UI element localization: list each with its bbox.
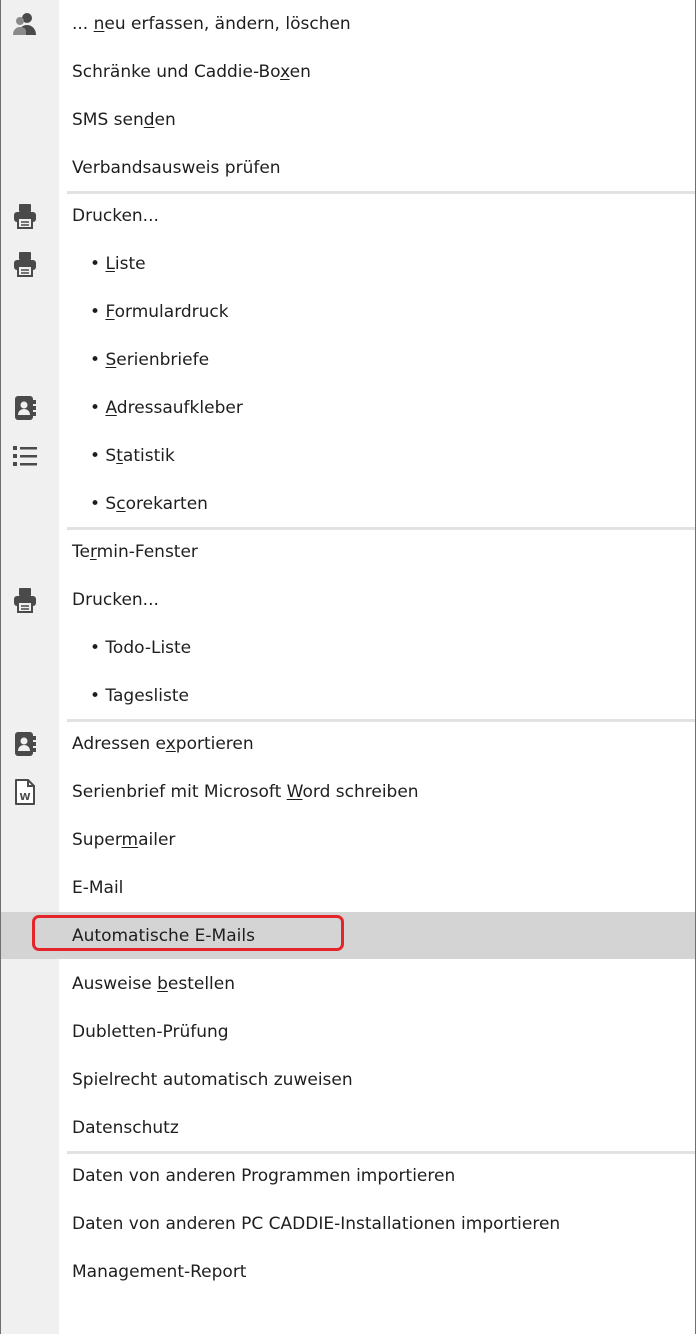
- menu-item-tagesliste[interactable]: • Tagesliste: [1, 672, 695, 719]
- menu-item-label: Dubletten-Prüfung: [72, 1021, 229, 1042]
- menu-item-label: Verbandsausweis prüfen: [72, 157, 281, 178]
- menu-item-statistik[interactable]: • Statistik: [1, 432, 695, 479]
- menu-item-management-report[interactable]: Management-Report: [1, 1248, 695, 1295]
- menu-item-daten-von-anderen-pc-caddie-installationen-importieren[interactable]: Daten von anderen PC CADDIE-Installation…: [1, 1200, 695, 1247]
- menu-item-label: Daten von anderen PC CADDIE-Installation…: [72, 1213, 561, 1234]
- menu-item-label: Drucken...: [72, 589, 159, 610]
- menu-item-serienbrief-mit-microsoft-word-schreiben[interactable]: W Serienbrief mit Microsoft Word schreibe…: [1, 768, 695, 815]
- menu-item-label: • Liste: [90, 253, 146, 274]
- menu-item-todo-liste[interactable]: • Todo-Liste: [1, 624, 695, 671]
- menu-item-label: ... neu erfassen, ändern, löschen: [72, 13, 351, 34]
- menu-item-label: Serienbrief mit Microsoft Word schreiben: [72, 781, 419, 802]
- menu-item-schränke-und-caddie-boxen[interactable]: Schränke und Caddie-Boxen: [1, 48, 695, 95]
- address-book-icon: [12, 731, 38, 757]
- printer-icon: [12, 203, 38, 229]
- menu-item-label: Drucken...: [72, 205, 159, 226]
- menu-item-label: Management-Report: [72, 1261, 247, 1282]
- printer-icon: [12, 587, 38, 613]
- menu-item-formulardruck[interactable]: • Formulardruck: [1, 288, 695, 335]
- menu-item-dubletten-prüfung[interactable]: Dubletten-Prüfung: [1, 1008, 695, 1055]
- menu-item-neu-erfassen-ändern-löschen[interactable]: ... neu erfassen, ändern, löschen: [1, 0, 695, 47]
- menu-item-label: • Tagesliste: [90, 685, 189, 706]
- menu-item-label: Automatische E-Mails: [72, 925, 255, 946]
- menu-item-scorekarten[interactable]: • Scorekarten: [1, 480, 695, 527]
- menu-item-label: E-Mail: [72, 877, 124, 898]
- menu-item-label: Spielrecht automatisch zuweisen: [72, 1069, 353, 1090]
- menu-item-termin-fenster[interactable]: Termin-Fenster: [1, 528, 695, 575]
- menu-item-drucken[interactable]: Drucken...: [1, 576, 695, 623]
- menu-item-label: • Scorekarten: [90, 493, 208, 514]
- menu-item-label: Daten von anderen Programmen importieren: [72, 1165, 456, 1186]
- word-doc-icon: W: [12, 778, 38, 805]
- menu-item-ausweise-bestellen[interactable]: Ausweise bestellen: [1, 960, 695, 1007]
- menu-item-automatische-e-mails[interactable]: Automatische E-Mails: [1, 912, 695, 959]
- printer-icon: [12, 251, 38, 277]
- users-icon: [12, 11, 38, 37]
- menu-item-datenschutz[interactable]: Datenschutz: [1, 1104, 695, 1151]
- menu-item-adressaufkleber[interactable]: • Adressaufkleber: [1, 384, 695, 431]
- menu-item-label: Schränke und Caddie-Boxen: [72, 61, 311, 82]
- menu-item-spielrecht-automatisch-zuweisen[interactable]: Spielrecht automatisch zuweisen: [1, 1056, 695, 1103]
- menu-item-label: • Formulardruck: [90, 301, 229, 322]
- menu-item-adressen-exportieren[interactable]: Adressen exportieren: [1, 720, 695, 767]
- menu-item-liste[interactable]: • Liste: [1, 240, 695, 287]
- menu-item-label: • Statistik: [90, 445, 175, 466]
- menu-item-label: • Serienbriefe: [90, 349, 210, 370]
- menu-item-label: Adressen exportieren: [72, 733, 254, 754]
- menu-item-sms-senden[interactable]: SMS senden: [1, 96, 695, 143]
- menu-item-supermailer[interactable]: Supermailer: [1, 816, 695, 863]
- address-book-icon: [12, 395, 38, 421]
- menu-item-label: Supermailer: [72, 829, 176, 850]
- menu-item-label: Ausweise bestellen: [72, 973, 235, 994]
- menu-item-label: Termin-Fenster: [72, 541, 198, 562]
- menu-item-e-mail[interactable]: E-Mail: [1, 864, 695, 911]
- list-icon: [12, 443, 38, 469]
- menu-item-label: Datenschutz: [72, 1117, 179, 1138]
- menu-item-label: • Adressaufkleber: [90, 397, 243, 418]
- svg-text:W: W: [19, 792, 30, 803]
- menu-item-label: SMS senden: [72, 109, 176, 130]
- menu-item-drucken[interactable]: Drucken...: [1, 192, 695, 239]
- menu-item-verbandsausweis-prüfen[interactable]: Verbandsausweis prüfen: [1, 144, 695, 191]
- context-menu: ... neu erfassen, ändern, löschen Schränk…: [0, 0, 696, 1334]
- menu-item-label: • Todo-Liste: [90, 637, 192, 658]
- menu-item-daten-von-anderen-programmen-importieren[interactable]: Daten von anderen Programmen importieren: [1, 1152, 695, 1199]
- menu-item-serienbriefe[interactable]: • Serienbriefe: [1, 336, 695, 383]
